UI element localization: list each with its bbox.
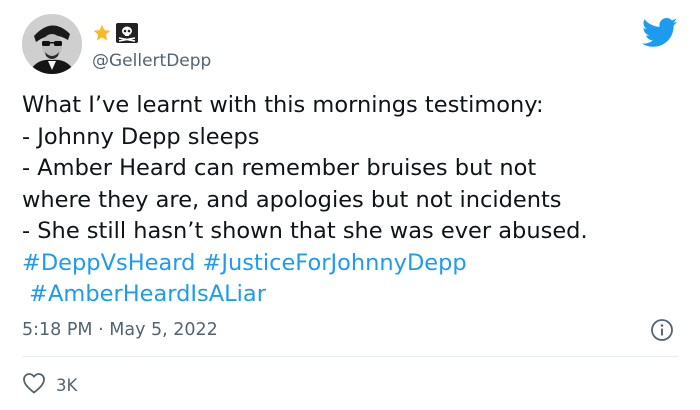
- skull-crossbones-icon: [116, 23, 138, 47]
- tweet-line: where they are, and apologies but not in…: [22, 186, 562, 213]
- twitter-bird-icon[interactable]: [642, 18, 678, 48]
- hashtag-line: #AmberHeardIsALiar: [22, 279, 682, 311]
- tweet-text: What I’ve learnt with this mornings test…: [22, 90, 682, 311]
- avatar-image: [22, 14, 82, 74]
- divider: [22, 356, 678, 357]
- heart-icon: [22, 372, 46, 398]
- avatar[interactable]: [22, 14, 82, 74]
- tweet-timestamp[interactable]: 5:18 PM · May 5, 2022: [22, 318, 218, 342]
- hashtag-link[interactable]: #AmberHeardIsALiar: [29, 281, 266, 307]
- tweet-date: May 5, 2022: [109, 320, 218, 340]
- like-button[interactable]: 3K: [22, 372, 77, 398]
- tweet-time: 5:18 PM: [22, 320, 93, 340]
- star-icon: [92, 23, 112, 47]
- hashtag-link[interactable]: #DeppVsHeard: [22, 250, 195, 276]
- profile-badges: [92, 23, 138, 47]
- tweet-line: - Amber Heard can remember bruises but n…: [22, 155, 537, 181]
- like-count: 3K: [56, 375, 78, 395]
- meta-separator: ·: [98, 320, 104, 340]
- tweet-line: - She still hasn’t shown that she was ev…: [22, 218, 588, 244]
- tweet-line: What I’ve learnt with this mornings test…: [22, 92, 544, 118]
- tweet-card: @GellertDepp What I’ve learnt with this …: [0, 0, 700, 410]
- hashtag-link[interactable]: #JusticeForJohnnyDepp: [203, 250, 467, 276]
- info-icon[interactable]: [650, 318, 674, 342]
- tweet-line: - Johnny Depp sleeps: [22, 123, 260, 150]
- user-handle[interactable]: @GellertDepp: [92, 50, 211, 72]
- hashtag-line: #DeppVsHeard #JusticeForJohnnyDepp: [22, 248, 682, 280]
